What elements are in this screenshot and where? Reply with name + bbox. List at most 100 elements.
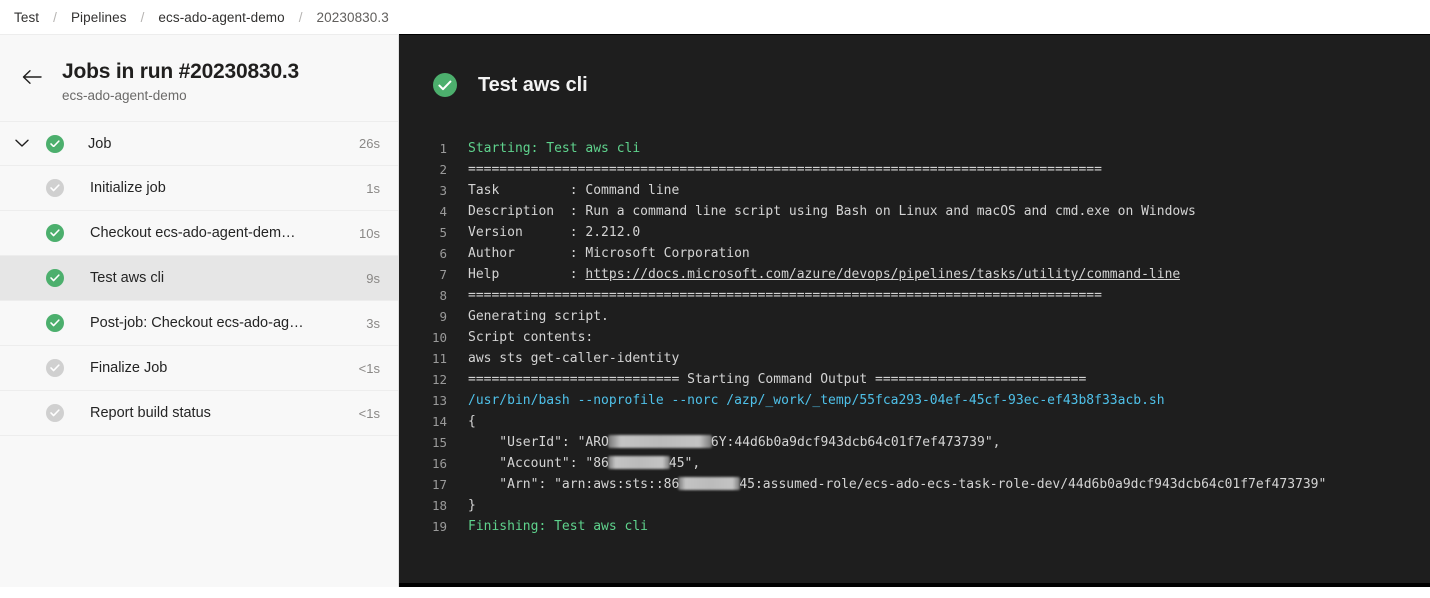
log-line: 12 =========================== Starting C… — [399, 369, 1430, 390]
job-tree: Job 26s Initialize job 1s Checkout ecs-ado-a… — [0, 121, 398, 436]
log-line-number: 11 — [431, 351, 447, 366]
job-task-row[interactable]: Post-job: Checkout ecs-ado-ag… 3s — [0, 301, 398, 346]
job-row-label: Initialize job — [90, 180, 166, 196]
redaction-bar — [607, 435, 712, 448]
log-line-number: 8 — [439, 288, 447, 303]
status-skipped-icon — [46, 404, 64, 422]
sidebar-header: Jobs in run #20230830.3 ecs-ado-agent-de… — [0, 35, 398, 121]
log-line: 1 Starting: Test aws cli — [399, 138, 1430, 159]
log-line-number: 17 — [431, 477, 447, 492]
log-line-text: "Arn": "arn:aws:sts::86 45:assumed-role/e… — [468, 477, 1327, 492]
log-line-number: 7 — [439, 267, 447, 282]
job-row-duration: 10s — [359, 225, 380, 241]
log-line-text: Task : Command line — [468, 183, 680, 198]
log-line: 11 aws sts get-caller-identity — [399, 348, 1430, 369]
job-row-duration: <1s — [358, 405, 380, 421]
status-success-icon — [46, 314, 64, 332]
log-line-number: 9 — [439, 309, 447, 324]
job-row-label: Test aws cli — [90, 270, 165, 286]
log-line-text: Starting: Test aws cli — [468, 141, 641, 156]
page-title: Jobs in run #20230830.3 — [62, 60, 300, 83]
log-line-text: Finishing: Test aws cli — [468, 519, 649, 534]
job-row-duration: 3s — [366, 315, 380, 331]
log-line-number: 19 — [431, 519, 447, 534]
back-arrow-icon[interactable] — [18, 63, 46, 91]
log-line-number: 18 — [431, 498, 447, 513]
log-line-text: "Account": "86 45", — [468, 456, 701, 471]
log-line: 3 Task : Command line — [399, 180, 1430, 201]
status-success-icon — [46, 224, 64, 242]
log-line-text: =========================== Starting Com… — [468, 372, 1087, 387]
log-line-number: 5 — [439, 225, 447, 240]
log-line-number: 3 — [439, 183, 447, 198]
log-line-number: 2 — [439, 162, 447, 177]
log-line: 7 Help : https://docs.microsoft.com/azure… — [399, 264, 1430, 285]
job-row-duration: 1s — [366, 180, 380, 196]
log-line-number: 4 — [439, 204, 447, 219]
log-line: 19 Finishing: Test aws cli — [399, 516, 1430, 537]
chevron-down-icon[interactable] — [10, 139, 34, 148]
log-line-number: 13 — [431, 393, 447, 408]
breadcrumb-separator: / — [53, 9, 57, 25]
breadcrumb-item-3: 20230830.3 — [316, 9, 389, 25]
pipeline-name: ecs-ado-agent-demo — [62, 88, 187, 103]
status-success-icon — [46, 269, 64, 287]
job-task-row[interactable]: Test aws cli 9s — [0, 256, 398, 301]
job-group-row[interactable]: Job 26s — [0, 121, 398, 166]
breadcrumb-item-0[interactable]: Test — [10, 10, 43, 25]
log-line: 9 Generating script. — [399, 306, 1430, 327]
sidebar-header-titles: Jobs in run #20230830.3 ecs-ado-agent-de… — [62, 59, 299, 105]
log-line-text: Generating script. — [468, 309, 609, 324]
redaction-bar — [607, 456, 670, 469]
job-task-row[interactable]: Finalize Job <1s — [0, 346, 398, 391]
log-line-text: /usr/bin/bash --noprofile --norc /azp/_w… — [468, 393, 1165, 408]
log-pane: Test aws cli 1 Starting: Test aws cli 2 ===… — [399, 34, 1430, 587]
job-task-row[interactable]: Checkout ecs-ado-agent-dem… 10s — [0, 211, 398, 256]
main-content: Jobs in run #20230830.3 ecs-ado-agent-de… — [0, 34, 1430, 587]
breadcrumb-item-1[interactable]: Pipelines — [67, 10, 131, 25]
log-line-number: 10 — [431, 330, 447, 345]
log-line-text: Version : 2.212.0 — [468, 225, 641, 240]
breadcrumb-item-2[interactable]: ecs-ado-agent-demo — [154, 10, 288, 25]
log-line: 6 Author : Microsoft Corporation — [399, 243, 1430, 264]
log-line: 13/usr/bin/bash --noprofile --norc /azp/… — [399, 390, 1430, 411]
job-row-duration: 26s — [359, 136, 380, 151]
log-line: 10 Script contents: — [399, 327, 1430, 348]
breadcrumb-separator: / — [140, 9, 145, 25]
log-line-number: 16 — [431, 456, 447, 471]
log-line: 2 =======================================… — [399, 159, 1430, 180]
log-line: 16 "Account": "86 45", — [399, 453, 1430, 474]
job-row-label: Job — [88, 135, 112, 152]
log-line: 18} — [399, 495, 1430, 516]
log-line-text: Help : https://docs.microsoft.com/azure/… — [468, 267, 1181, 282]
job-row-duration: 9s — [366, 270, 380, 286]
log-line: 4 Description : Run a command line script… — [399, 201, 1430, 222]
log-line-text: { — [468, 414, 476, 429]
log-line: 15 "UserId": "ARO 6Y:44d6b0a9dcf943dcb64c… — [399, 432, 1430, 453]
job-row-duration: <1s — [358, 360, 380, 376]
job-task-row[interactable]: Initialize job 1s — [0, 166, 398, 211]
log-line-number: 14 — [431, 414, 447, 429]
log-line-text: Script contents: — [468, 330, 594, 345]
log-link[interactable]: https://docs.microsoft.com/azure/devops/… — [585, 267, 1180, 282]
redaction-bar — [678, 477, 741, 490]
log-line-number: 6 — [439, 246, 447, 261]
log-line-text: Description : Run a command line script … — [468, 204, 1196, 219]
status-success-icon — [46, 134, 64, 153]
log-line-text: aws sts get-caller-identity — [468, 351, 680, 366]
log-line-text: "UserId": "ARO 6Y:44d6b0a9dcf943dcb64c01f… — [468, 435, 1001, 450]
status-skipped-icon — [46, 359, 64, 377]
job-row-label: Checkout ecs-ado-agent-dem… — [90, 225, 296, 241]
job-task-row[interactable]: Report build status <1s — [0, 391, 398, 436]
log-line-text: Author : Microsoft Corporation — [468, 246, 750, 261]
breadcrumb-separator: / — [298, 9, 303, 25]
log-line-number: 12 — [431, 372, 447, 387]
breadcrumb: Test / Pipelines / ecs-ado-agent-demo / 202308… — [0, 0, 1430, 34]
log-line: 17 "Arn": "arn:aws:sts::86 45:assumed-rol… — [399, 474, 1430, 495]
log-step-title: Test aws cli — [478, 73, 588, 96]
log-line: 5 Version : 2.212.0 — [399, 222, 1430, 243]
job-row-label: Report build status — [90, 405, 211, 421]
log-console[interactable]: 1 Starting: Test aws cli 2 ================… — [399, 113, 1430, 583]
log-status-success-icon — [433, 73, 457, 97]
log-line-number: 1 — [439, 141, 447, 156]
